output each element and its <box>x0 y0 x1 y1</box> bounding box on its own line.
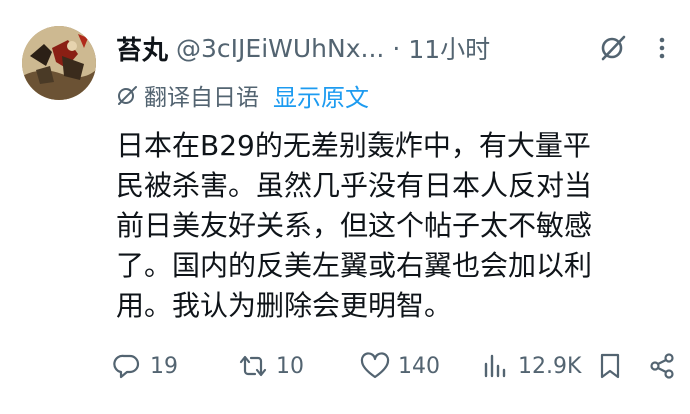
bookmark-button[interactable] <box>595 351 625 381</box>
views-icon <box>480 351 510 381</box>
translate-icon <box>116 84 138 106</box>
separator-dot: · <box>392 33 401 63</box>
tweet-text: 日本在B29的无差别轰炸中，有大量平 民被杀害。虽然几乎没有日本人反对当 前日美… <box>116 126 676 326</box>
tweet-text-line: 用。我认为删除会更明智。 <box>116 289 453 322</box>
timestamp[interactable]: 11小时 <box>408 30 490 66</box>
more-vertical-icon[interactable] <box>652 33 672 63</box>
user-handle[interactable]: @3cIJEiWUhNx... <box>176 34 384 63</box>
bookmark-icon <box>595 351 625 381</box>
share-icon <box>647 351 677 381</box>
views-button[interactable]: 12.9K <box>480 351 581 381</box>
grok-icon[interactable] <box>598 33 628 63</box>
share-button[interactable] <box>647 351 677 381</box>
views-count: 12.9K <box>518 353 582 379</box>
reply-count: 19 <box>150 353 178 379</box>
reply-icon <box>112 351 142 381</box>
tweet-text-line: 了。国内的反美左翼或右翼也会加以利 <box>116 249 593 282</box>
repost-icon <box>238 351 268 381</box>
tweet-text-line: 日本在B29的无差别轰炸中，有大量平 <box>116 129 591 162</box>
like-button[interactable]: 140 <box>360 351 440 381</box>
reply-button[interactable]: 19 <box>112 351 178 381</box>
heart-icon <box>360 351 390 381</box>
translate-label: 翻译自日语 <box>144 85 259 111</box>
avatar-image <box>22 26 96 100</box>
action-bar: 19 10 140 12.9K <box>106 344 676 388</box>
show-original-link[interactable]: 显示原文 <box>273 78 369 113</box>
like-count: 140 <box>398 353 440 379</box>
repost-button[interactable]: 10 <box>238 351 304 381</box>
translation-notice: 翻译自日语 显示原文 <box>116 78 369 112</box>
display-name[interactable]: 苔丸 <box>116 30 168 67</box>
tweet-header: 苔丸 @3cIJEiWUhNx... · 11小时 <box>116 28 672 68</box>
tweet-text-line: 民被杀害。虽然几乎没有日本人反对当 <box>116 169 593 202</box>
tweet-text-line: 前日美友好关系，但这个帖子太不敏感 <box>116 209 593 242</box>
avatar[interactable] <box>22 26 96 100</box>
repost-count: 10 <box>276 353 304 379</box>
